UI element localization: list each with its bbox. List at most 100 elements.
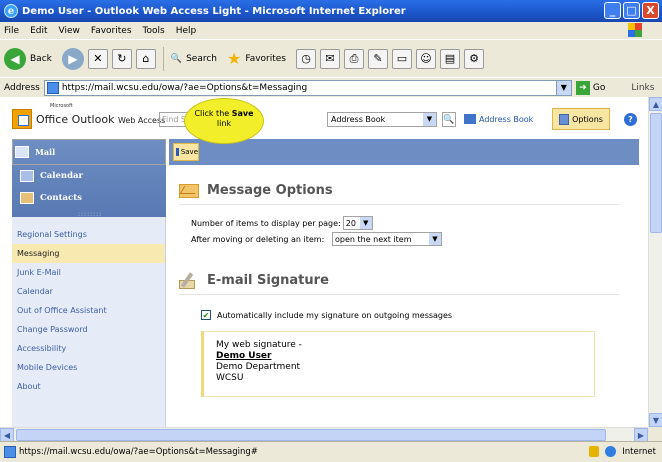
chevron-down-icon[interactable]: ▼ [429,233,441,245]
back-arrow-icon[interactable]: ◀ [4,47,26,70]
after-delete-label: After moving or deleting an item: [191,234,325,244]
options-icon [559,113,570,125]
nav-link-mobile-devices[interactable]: Mobile Devices [12,358,165,377]
menu-edit[interactable]: Edit [30,26,47,36]
scroll-left-icon[interactable]: ◀ [0,428,14,442]
nav-link-junk-email[interactable]: Junk E-Mail [12,263,165,282]
address-book-link[interactable]: Address Book [464,114,533,124]
save-button[interactable]: Save [173,143,199,161]
options-main-pane: Save Message Options Number of items to … [169,139,639,427]
items-per-page-value: 20 [345,218,356,228]
vertical-scrollbar[interactable]: ▲ ▼ [648,97,662,427]
stop-icon[interactable]: ✕ [87,48,108,69]
nav-link-regional-settings[interactable]: Regional Settings [12,225,165,244]
signature-pen-icon [179,271,199,290]
chevron-down-icon[interactable]: ▼ [423,113,436,126]
go-button[interactable]: Go [593,83,605,93]
search-button-icon[interactable]: 🔍 [442,112,456,127]
auto-include-row: ✔ Automatically include my signature on … [201,307,619,323]
status-zone: Internet [589,446,656,457]
scroll-down-icon[interactable]: ▼ [649,413,662,427]
nav-link-change-password[interactable]: Change Password [12,320,165,339]
nav-link-calendar[interactable]: Calendar [12,282,165,301]
callout-line-1: Click the Save [185,109,263,119]
vertical-scroll-thumb[interactable] [650,113,662,233]
contacts-icon [20,192,34,204]
chevron-down-icon[interactable]: ▼ [359,217,372,229]
links-button[interactable]: Links [631,83,654,93]
nav-contacts[interactable]: Contacts [12,187,166,209]
print-icon[interactable]: ⎙ [344,48,364,69]
address-input[interactable]: https://mail.wcsu.edu/owa/?ae=Options&t=… [43,79,572,96]
close-button[interactable]: X [642,2,659,19]
window-title-bar[interactable]: e Demo User - Outlook Web Access Light -… [0,0,662,22]
horizontal-scrollbar[interactable]: ◀ ▶ [0,427,648,442]
favorites-star-icon[interactable]: ★ [227,49,241,68]
options-label[interactable]: Options [572,115,603,124]
scroll-right-icon[interactable]: ▶ [634,428,648,442]
menu-tools[interactable]: Tools [143,26,165,36]
nav-link-messaging[interactable]: Messaging [12,244,165,263]
go-arrow-icon[interactable]: ➜ [575,80,590,95]
folder-icon[interactable]: ▭ [392,48,412,69]
nav-contacts-label[interactable]: Contacts [40,193,82,203]
message-options-body: Number of items to display per page: 20 … [179,205,619,247]
tools-extra-icon[interactable]: ⚙ [464,48,484,69]
signature-line-1: My web signature - [216,340,302,350]
menu-favorites[interactable]: Favorites [91,26,132,36]
help-icon[interactable]: ? [624,113,637,126]
address-dropdown-icon[interactable]: ▼ [555,80,571,95]
nav-link-about[interactable]: About [12,377,165,396]
menu-view[interactable]: View [59,26,80,36]
navigation-panel: Mail Calendar Contacts :::::::: Regional… [12,139,166,427]
nav-calendar[interactable]: Calendar [12,165,166,187]
nav-mail[interactable]: Mail [12,139,166,165]
messenger-icon[interactable]: ☺ [416,48,436,69]
edit-icon[interactable]: ✎ [368,48,388,69]
email-signature-section: E-mail Signature ✔ Automatically include… [179,267,619,397]
items-per-page-row: Number of items to display per page: 20 … [191,215,619,231]
research-icon[interactable]: ▤ [440,48,460,69]
address-url[interactable]: https://mail.wcsu.edu/owa/?ae=Options&t=… [62,83,307,93]
menu-file[interactable]: File [4,26,19,36]
auto-include-label[interactable]: Automatically include my signature on ou… [217,311,452,320]
mail-tool-icon[interactable]: ✉ [320,48,340,69]
auto-include-checkbox[interactable]: ✔ [201,310,211,320]
window-title: Demo User - Outlook Web Access Light - M… [22,5,406,17]
forward-arrow-icon[interactable]: ▶ [61,47,84,70]
signature-editor[interactable]: My web signature - Demo User Demo Depart… [201,331,595,397]
save-label[interactable]: Save [181,148,198,156]
nav-link-accessibility[interactable]: Accessibility [12,339,165,358]
home-icon[interactable]: ⌂ [135,48,156,69]
after-delete-value: open the next item [335,234,412,244]
nav-link-out-of-office[interactable]: Out of Office Assistant [12,301,165,320]
toolbar-separator [162,46,164,71]
microsoft-label: Microsoft [50,103,73,109]
callout-prefix: Click the [194,109,230,118]
nav-mail-label[interactable]: Mail [35,147,55,157]
status-bar: https://mail.wcsu.edu/owa/?ae=Options&t=… [0,441,662,462]
email-signature-header: E-mail Signature [179,267,619,295]
favorites-button[interactable]: Favorites [245,54,286,64]
after-delete-select[interactable]: open the next item ▼ [332,232,442,246]
scroll-up-icon[interactable]: ▲ [649,97,662,111]
email-signature-title: E-mail Signature [207,273,329,288]
product-name-text: Office Outlook [36,112,115,126]
maximize-button[interactable]: □ [623,2,640,19]
search-button[interactable]: Search [186,54,217,64]
history-icon[interactable]: ◷ [296,48,316,69]
menu-help[interactable]: Help [176,26,197,36]
menu-bar: File Edit View Favorites Tools Help [0,22,662,39]
address-book-select[interactable]: Address Book ▼ [327,112,437,127]
search-icon[interactable]: 🔍 [171,54,182,64]
refresh-icon[interactable]: ↻ [111,48,132,69]
address-book-link-label[interactable]: Address Book [479,115,533,124]
resize-grip-icon[interactable]: :::::::: [78,211,102,218]
callout-line-2: link [216,119,232,128]
horizontal-scroll-thumb[interactable] [16,429,606,441]
items-per-page-select[interactable]: 20 ▼ [342,216,373,230]
back-button-label[interactable]: Back [30,54,52,64]
options-button[interactable]: Options [552,108,610,130]
nav-calendar-label[interactable]: Calendar [40,171,83,181]
minimize-button[interactable]: _ [604,2,621,19]
